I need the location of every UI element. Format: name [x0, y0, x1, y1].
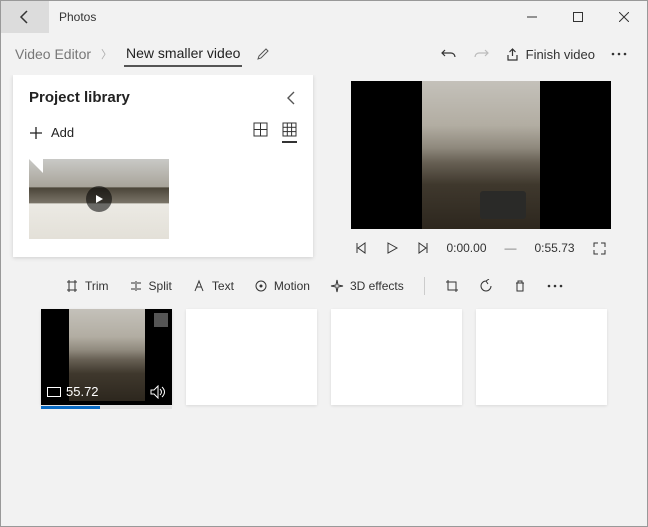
export-icon	[505, 47, 520, 62]
breadcrumb-root[interactable]: Video Editor	[13, 42, 93, 66]
thumbnail-play-overlay	[86, 186, 112, 212]
chevron-right-icon: 〉	[101, 46, 112, 62]
maximize-button[interactable]	[555, 1, 601, 33]
add-label: Add	[51, 125, 74, 140]
edit-toolbar: Trim Split Text Motion 3D effects	[1, 265, 647, 299]
trash-icon	[513, 279, 527, 293]
library-clip-thumbnail[interactable]	[29, 159, 169, 239]
preview-column: 0:00.00 — 0:55.73	[327, 75, 635, 257]
clip-progress	[41, 406, 172, 409]
clip-checkbox[interactable]	[154, 313, 168, 327]
finish-video-label: Finish video	[526, 47, 595, 62]
project-library-panel: Project library Add	[13, 75, 313, 257]
motion-button[interactable]: Motion	[246, 273, 318, 299]
sparkle-icon	[330, 279, 344, 293]
text-icon	[192, 279, 206, 293]
playback-controls: 0:00.00 — 0:55.73	[356, 241, 605, 255]
rotate-button[interactable]	[471, 273, 501, 299]
grid-small-icon	[282, 122, 297, 137]
time-separator: —	[505, 241, 517, 255]
storyboard: 55.72	[1, 299, 647, 419]
thumbnail-fold	[29, 159, 43, 173]
chevron-left-icon	[285, 91, 297, 105]
titlebar: Photos	[1, 1, 647, 33]
storyboard-empty-slot[interactable]	[476, 309, 607, 405]
clip-volume-button[interactable]	[150, 385, 166, 399]
redo-icon	[473, 46, 489, 62]
toolbar-separator	[424, 277, 425, 295]
crop-icon	[445, 279, 459, 293]
minimize-button[interactable]	[509, 1, 555, 33]
step-forward-icon	[416, 242, 428, 254]
prev-frame-button[interactable]	[356, 242, 368, 254]
aspect-icon	[47, 387, 61, 397]
close-icon	[619, 12, 629, 22]
finish-video-button[interactable]: Finish video	[497, 41, 603, 68]
split-button[interactable]: Split	[121, 273, 180, 299]
3d-effects-label: 3D effects	[350, 279, 404, 293]
3d-effects-button[interactable]: 3D effects	[322, 273, 412, 299]
rotate-icon	[479, 279, 493, 293]
undo-icon	[441, 46, 457, 62]
more-button[interactable]	[603, 46, 635, 62]
view-small-button[interactable]	[282, 122, 297, 143]
trim-icon	[65, 279, 79, 293]
trim-label: Trim	[85, 279, 109, 293]
grid-large-icon	[253, 122, 268, 137]
speaker-icon	[150, 385, 166, 399]
clip-duration: 55.72	[47, 384, 99, 399]
maximize-icon	[573, 12, 583, 22]
current-time: 0:00.00	[446, 241, 486, 255]
motion-label: Motion	[274, 279, 310, 293]
collapse-button[interactable]	[285, 91, 297, 105]
total-duration: 0:55.73	[535, 241, 575, 255]
text-label: Text	[212, 279, 234, 293]
ellipsis-icon	[547, 284, 563, 288]
storyboard-empty-slot[interactable]	[331, 309, 462, 405]
fullscreen-button[interactable]	[593, 242, 606, 255]
next-frame-button[interactable]	[416, 242, 428, 254]
undo-button[interactable]	[433, 40, 465, 68]
view-large-button[interactable]	[253, 122, 268, 143]
preview-frame	[422, 81, 540, 229]
main-area: Project library Add	[1, 75, 647, 265]
clip-duration-value: 55.72	[66, 384, 99, 399]
step-back-icon	[356, 242, 368, 254]
storyboard-empty-slot[interactable]	[186, 309, 317, 405]
pencil-icon	[256, 47, 270, 61]
split-icon	[129, 279, 143, 293]
breadcrumb-current[interactable]: New smaller video	[124, 41, 242, 67]
storyboard-clip[interactable]: 55.72	[41, 309, 172, 405]
redo-button[interactable]	[465, 40, 497, 68]
plus-icon	[29, 126, 43, 140]
resize-button[interactable]	[437, 273, 467, 299]
motion-icon	[254, 279, 268, 293]
text-button[interactable]: Text	[184, 273, 242, 299]
close-button[interactable]	[601, 1, 647, 33]
play-button[interactable]	[386, 242, 398, 254]
breadcrumb-toolbar: Video Editor 〉 New smaller video Finish …	[1, 33, 647, 75]
edit-name-button[interactable]	[256, 47, 270, 61]
project-library-title: Project library	[29, 89, 130, 106]
expand-icon	[593, 242, 606, 255]
ellipsis-icon	[611, 52, 627, 56]
split-label: Split	[149, 279, 172, 293]
add-media-button[interactable]: Add	[29, 125, 74, 140]
trim-button[interactable]: Trim	[57, 273, 117, 299]
play-icon	[386, 242, 398, 254]
delete-button[interactable]	[505, 273, 535, 299]
minimize-icon	[527, 12, 537, 22]
window-controls	[509, 1, 647, 33]
more-edit-button[interactable]	[539, 278, 571, 294]
video-preview[interactable]	[351, 81, 611, 229]
play-icon	[94, 194, 104, 204]
app-title: Photos	[49, 10, 509, 24]
arrow-left-icon	[17, 9, 33, 25]
back-button[interactable]	[1, 1, 49, 33]
